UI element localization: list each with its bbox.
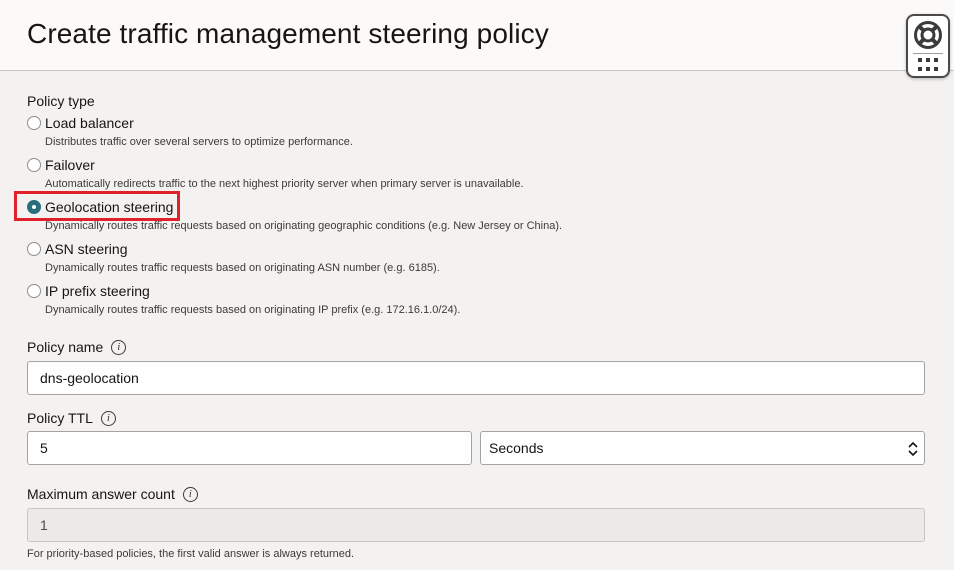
max-answer-count-label: Maximum answer count i — [27, 486, 198, 502]
help-widget-divider — [913, 53, 943, 54]
grid-icon[interactable] — [918, 58, 938, 72]
policy-type-label: Policy type — [27, 93, 95, 109]
ttl-unit-select[interactable]: Seconds — [480, 431, 925, 465]
radio-failover[interactable]: Failover — [27, 155, 95, 175]
policy-name-input[interactable] — [27, 361, 925, 395]
radio-button[interactable] — [27, 242, 41, 256]
max-answer-count-label-text: Maximum answer count — [27, 486, 175, 502]
radio-load-balancer[interactable]: Load balancer — [27, 113, 134, 133]
radio-button[interactable] — [27, 158, 41, 172]
radio-label[interactable]: Geolocation steering — [45, 199, 173, 215]
radio-description: Dynamically routes traffic requests base… — [45, 262, 440, 274]
radio-description: Dynamically routes traffic requests base… — [45, 304, 461, 316]
policy-ttl-label-text: Policy TTL — [27, 410, 93, 426]
radio-description: Distributes traffic over several servers… — [45, 136, 353, 148]
radio-button[interactable] — [27, 284, 41, 298]
info-icon[interactable]: i — [111, 339, 127, 355]
page-title: Create traffic management steering polic… — [27, 18, 549, 49]
radio-label[interactable]: Failover — [45, 157, 95, 173]
radio-asn-steering[interactable]: ASN steering — [27, 239, 127, 259]
page-header: Create traffic management steering polic… — [0, 0, 954, 71]
lifebuoy-icon[interactable] — [913, 20, 943, 50]
info-icon[interactable]: i — [182, 486, 198, 502]
radio-label[interactable]: Load balancer — [45, 115, 134, 131]
max-answer-count-help: For priority-based policies, the first v… — [27, 548, 355, 560]
radio-ip-prefix-steering[interactable]: IP prefix steering — [27, 281, 150, 301]
radio-button[interactable] — [27, 116, 41, 130]
info-icon[interactable]: i — [100, 410, 116, 426]
radio-geolocation-steering[interactable]: Geolocation steering — [27, 197, 173, 217]
max-answer-count-input — [27, 508, 925, 542]
radio-label[interactable]: ASN steering — [45, 241, 127, 257]
policy-name-label-text: Policy name — [27, 339, 104, 355]
chevron-up-down-icon — [908, 441, 918, 457]
ttl-unit-value: Seconds — [489, 440, 544, 456]
policy-ttl-input[interactable] — [27, 431, 472, 465]
help-widget[interactable] — [906, 14, 950, 78]
radio-description: Automatically redirects traffic to the n… — [45, 178, 524, 190]
radio-label[interactable]: IP prefix steering — [45, 283, 150, 299]
policy-name-label: Policy name i — [27, 339, 127, 355]
radio-button-selected[interactable] — [27, 200, 41, 214]
radio-description: Dynamically routes traffic requests base… — [45, 220, 563, 232]
policy-ttl-label: Policy TTL i — [27, 410, 116, 426]
